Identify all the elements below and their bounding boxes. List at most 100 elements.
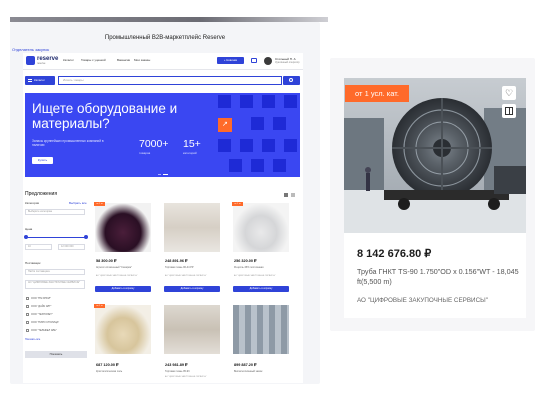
list-view-icon[interactable] — [291, 193, 295, 197]
product-price: 687 120.00 ₽ — [96, 363, 119, 367]
show-all-suppliers[interactable]: Показать все — [25, 338, 40, 341]
carousel-dot[interactable] — [158, 174, 161, 175]
product-card[interactable]: от 1 кг 256 320.00 ₽ Рецсоль 45% постоян… — [230, 200, 292, 296]
hero-grid-tile — [284, 139, 297, 152]
menu-icon — [28, 79, 32, 82]
supplier-checkbox[interactable] — [26, 321, 29, 324]
category-select-all[interactable]: Выбрать все — [69, 201, 87, 205]
supplier-option[interactable]: ООО "НИРО СТОЛИЦА" — [31, 321, 59, 324]
product-seller: АО "ЦИФРОВЫЕ ЗАКУПОЧНЫЕ СЕРВИСЫ" — [234, 275, 276, 277]
offers-title: Предложения — [25, 191, 58, 197]
nav-discount[interactable]: Товары с уценкой — [81, 58, 106, 62]
product-seller: АО "ЦИФРОВЫЕ ЗАКУПОЧНЫЕ СЕРВИСЫ" — [165, 376, 207, 378]
hero-grid-tile — [251, 159, 264, 172]
category-label: Категория — [25, 201, 40, 205]
product-image[interactable] — [95, 305, 151, 354]
new-button[interactable]: + Новинки — [217, 57, 244, 64]
hero-title: Ищете оборудование и материалы? — [32, 101, 178, 131]
stat-categories-label: категорий — [183, 151, 197, 155]
nav-orders[interactable]: Мои заказы — [134, 58, 150, 62]
supplier-checkbox[interactable] — [26, 313, 29, 316]
nav-catalog[interactable]: Каталог — [63, 58, 74, 62]
compare-icon[interactable] — [502, 104, 516, 118]
logo-icon — [26, 56, 35, 65]
add-to-cart-button[interactable]: Добавить в корзину — [233, 286, 289, 292]
supplier-option[interactable]: ООО "ПМ ЯНОЛ" — [31, 297, 51, 300]
product-image[interactable] — [233, 305, 289, 354]
product-card[interactable]: 243 981.89 ₽ Торговая ткань 95-93 АО "ЦИ… — [161, 302, 223, 382]
avatar[interactable] — [264, 57, 272, 65]
product-desc[interactable]: Вкопатеплиянный замок — [234, 370, 290, 373]
category-input[interactable]: Выберите категорию — [25, 209, 85, 215]
add-to-cart-button[interactable]: Добавить в корзину — [164, 286, 220, 292]
top-link[interactable]: Отделатель закупок — [12, 47, 49, 52]
hero-grid-tile — [251, 117, 264, 130]
add-to-cart-button[interactable]: Добавить в корзину — [95, 286, 151, 292]
hero-grid-tile — [262, 95, 275, 108]
price-slider[interactable] — [25, 237, 87, 238]
search-input[interactable]: Искать товары — [58, 76, 282, 85]
product-desc[interactable]: Торговая ткань 95-93 — [165, 370, 221, 373]
supplier-selected[interactable]: АО "ЦИФРОВЫЕ ЗАКУПОЧНЫЕ СЕРВИСЫ" — [25, 280, 85, 289]
filter-show-button[interactable]: Показать — [25, 351, 87, 358]
logo-sub: reserve — [37, 62, 46, 65]
product-price: 58 300.00 ₽ — [96, 259, 117, 263]
product-image[interactable] — [233, 203, 289, 252]
supplier-option[interactable]: ООО "ТЕХНОЛЕТ" — [31, 313, 53, 316]
product-image[interactable] — [164, 203, 220, 252]
product-seller: АО "ЦИФРОВЫЕ ЗАКУПОЧНЫЕ СЕРВИСЫ" — [96, 275, 138, 277]
carousel-dot-active[interactable] — [163, 174, 168, 175]
product-desc[interactable]: Агрегат оплаченный "Сахарин" — [96, 266, 152, 269]
hero-grid-tile — [273, 117, 286, 130]
stat-products-label: товаров — [139, 151, 151, 155]
product-card[interactable]: 248 891.96 ₽ Торговая ткань 96-44 РР АО … — [161, 200, 223, 296]
product-price: 243 981.89 ₽ — [165, 363, 188, 367]
hero-grid-tile — [240, 95, 253, 108]
featured-seller[interactable]: АО "ЦИФРОВЫЕ ЗАКУПОЧНЫЕ СЕРВИСЫ" — [357, 297, 488, 304]
hero-buy-button[interactable]: Купить — [32, 157, 53, 164]
product-price: 256 320.00 ₽ — [234, 259, 257, 263]
supplier-checkbox[interactable] — [26, 305, 29, 308]
product-badge: от 1 кг — [94, 304, 105, 308]
featured-badge: от 1 усл. кат. — [345, 85, 409, 102]
nav-vacancies[interactable]: Вакансии — [117, 58, 130, 62]
hero-grid-tile — [273, 159, 286, 172]
hero-grid-tile — [284, 95, 297, 108]
supplier-checkbox[interactable] — [26, 297, 29, 300]
hero-grid-tile — [229, 159, 242, 172]
search-icon — [289, 78, 293, 82]
product-desc[interactable]: Рецсоль 45% постоянная — [234, 266, 290, 269]
hero-grid-tile — [218, 139, 231, 152]
supplier-option[interactable]: ООО "ДАЙК ЭЛТ" — [31, 305, 52, 308]
price-from-input[interactable]: 10 — [25, 244, 52, 250]
grid-view-icon[interactable] — [284, 193, 288, 197]
user-role: Удалённый оператор — [275, 61, 300, 64]
favorite-heart-icon[interactable]: ♡ — [502, 86, 516, 100]
featured-title[interactable]: Труба ГНКТ TS-90 1.750"OD x 0.156"WT - 1… — [357, 267, 522, 287]
product-image[interactable] — [164, 305, 220, 354]
chat-icon[interactable] — [251, 58, 257, 63]
product-desc[interactable]: Торговая ткань 96-44 РР — [165, 266, 221, 269]
supplier-option[interactable]: ООО "ТЕЛЬФЕЛ ЭЛЕ" — [31, 329, 57, 332]
product-image[interactable] — [95, 203, 151, 252]
stat-categories-value: 15+ — [183, 138, 201, 150]
arrow-icon: ↗ — [222, 121, 228, 128]
page-caption: Промышленный B2B-маркетплейс Reserve — [104, 35, 226, 41]
product-card[interactable]: от 1 кг 58 300.00 ₽ Агрегат оплаченный "… — [92, 200, 154, 296]
product-card[interactable]: от 1 кг 687 120.00 ₽ Кристаллическая сол… — [92, 302, 154, 382]
price-slider-max[interactable] — [84, 235, 88, 239]
price-label: Цена — [25, 227, 33, 231]
product-seller: АО "ЦИФРОВЫЕ ЗАКУПОЧНЫЕ СЕРВИСЫ" — [165, 275, 207, 277]
featured-price: 8 142 676.80 ₽ — [357, 248, 432, 260]
hero-grid-tile — [218, 95, 231, 108]
product-desc[interactable]: Кристаллическая соль — [96, 370, 152, 373]
product-price: 248 891.96 ₽ — [165, 259, 188, 263]
supplier-search[interactable]: Найти поставщика — [25, 269, 85, 275]
price-slider-min[interactable] — [24, 235, 28, 239]
hero-text: Запасы крупнейших промышленных компаний … — [32, 139, 104, 147]
supplier-checkbox[interactable] — [26, 329, 29, 332]
product-card[interactable]: 899 887.20 ₽ Вкопатеплиянный замок — [230, 302, 292, 382]
hero-grid-tile — [262, 139, 275, 152]
compare-icon-divider — [509, 107, 510, 115]
price-to-input[interactable]: 12 000 000 — [58, 244, 85, 250]
